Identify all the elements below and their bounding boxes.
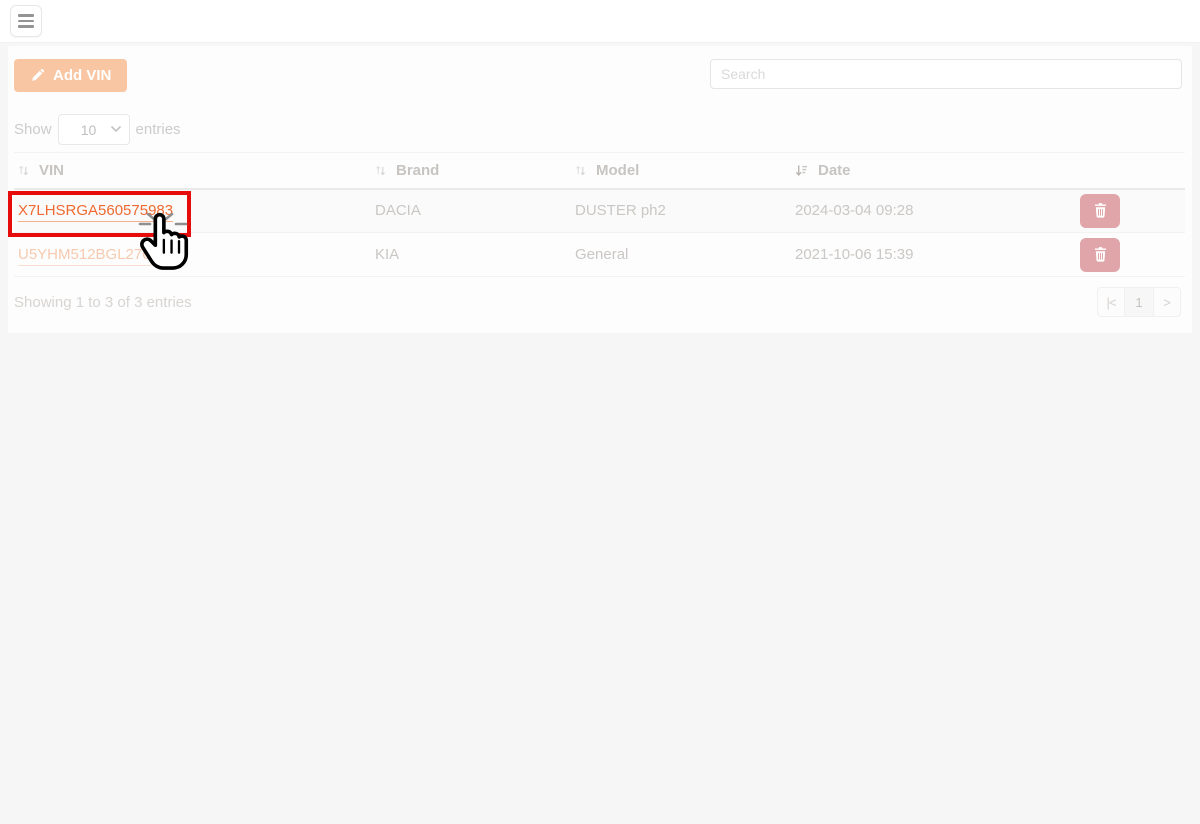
trash-icon xyxy=(1094,247,1106,262)
column-label: Brand xyxy=(396,161,440,179)
hamburger-icon xyxy=(18,14,34,17)
column-label: Model xyxy=(596,161,640,179)
pagination-next-button[interactable]: > xyxy=(1153,287,1181,317)
brand-cell: KIA xyxy=(371,232,571,277)
vin-link[interactable]: U5YHM512BGL276 xyxy=(18,246,151,266)
table-info: Showing 1 to 3 of 3 entries xyxy=(14,294,192,311)
delete-button[interactable] xyxy=(1080,237,1120,272)
add-vin-button[interactable]: Add VIN xyxy=(14,59,128,92)
brand-cell: DACIA xyxy=(371,188,571,233)
sidebar-toggle-button[interactable] xyxy=(10,5,42,37)
page-length-select[interactable]: 10 xyxy=(57,114,130,145)
column-header-actions xyxy=(1061,152,1185,190)
search-input[interactable] xyxy=(710,59,1182,89)
trash-icon xyxy=(1094,203,1106,218)
pagination-page-1[interactable]: 1 xyxy=(1124,287,1154,317)
entries-label: entries xyxy=(135,121,181,138)
model-cell: DUSTER ph2 xyxy=(571,188,791,233)
hamburger-icon xyxy=(18,25,34,28)
sort-both-icon xyxy=(19,165,28,176)
sort-both-icon xyxy=(576,165,585,176)
column-header-model[interactable]: Model xyxy=(571,152,791,190)
vin-table: VIN Brand Model Date X7LHSRGA560575983 D… xyxy=(14,152,1185,277)
model-cell: General xyxy=(571,232,791,277)
table-header-row: VIN Brand Model Date xyxy=(14,152,1185,190)
pagination: |< 1 > xyxy=(1097,287,1181,317)
date-cell: 2024-03-04 09:28 xyxy=(791,188,1061,233)
date-cell: 2021-10-06 15:39 xyxy=(791,232,1061,277)
column-label: VIN xyxy=(39,161,65,179)
column-label: Date xyxy=(818,161,851,179)
table-row: X7LHSRGA560575983 DACIA DUSTER ph2 2024-… xyxy=(14,188,1185,233)
hamburger-icon xyxy=(18,19,34,23)
page-length-control: Show 10 entries xyxy=(14,114,181,145)
vin-manager-screen: Add VIN Show 10 entries VIN xyxy=(0,0,1200,824)
show-label: Show xyxy=(14,121,52,138)
sort-both-icon xyxy=(376,165,385,176)
delete-button[interactable] xyxy=(1080,193,1120,228)
add-vin-label: Add VIN xyxy=(53,67,112,84)
pagination-first-button[interactable]: |< xyxy=(1097,287,1125,317)
table-row: U5YHM512BGL276 KIA General 2021-10-06 15… xyxy=(14,232,1185,277)
top-navbar xyxy=(0,0,1200,43)
sort-descending-icon xyxy=(795,165,808,176)
column-header-date[interactable]: Date xyxy=(791,152,1061,190)
column-header-brand[interactable]: Brand xyxy=(371,152,571,190)
vin-link[interactable]: X7LHSRGA560575983 xyxy=(18,202,174,223)
chevron-down-icon xyxy=(110,126,121,133)
column-header-vin[interactable]: VIN xyxy=(14,152,371,190)
pencil-icon xyxy=(32,68,45,81)
